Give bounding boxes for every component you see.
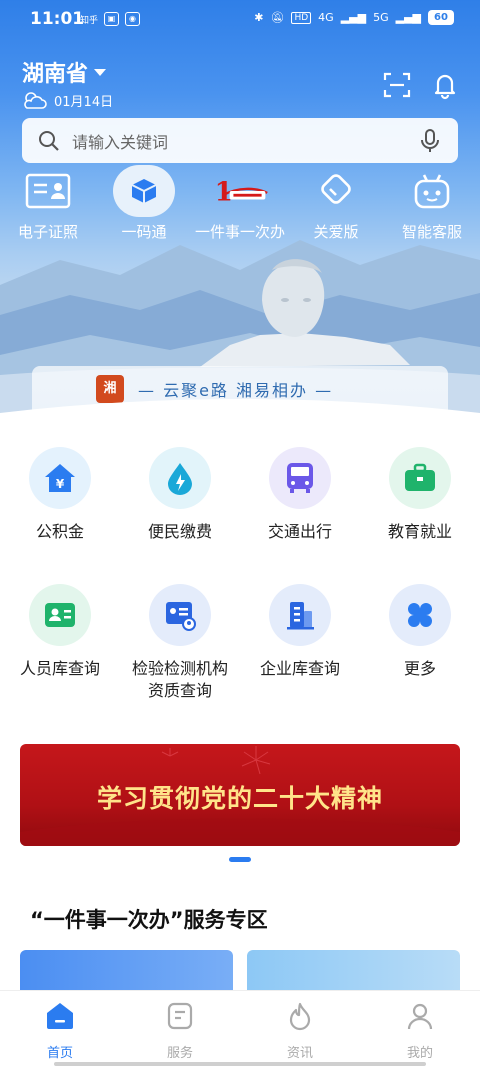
hd-icon: HD bbox=[291, 11, 312, 24]
service-label: 教育就业 bbox=[387, 522, 452, 541]
carousel-indicator[interactable] bbox=[229, 857, 251, 862]
more-grid-icon bbox=[408, 603, 432, 627]
province-label: 湖南省 bbox=[22, 62, 89, 87]
hero-header: 11:01 知乎 ▣ ◉ ✱ 🔕︎ HD 4G ▂▄▆ 5G ▂▄▆ 60 湖南… bbox=[0, 0, 480, 425]
service-housing-fund[interactable]: ¥ 公积金 bbox=[0, 447, 120, 543]
network-label: 4G bbox=[318, 11, 334, 24]
section-title: “一件事一次办”服务专区 bbox=[30, 908, 268, 932]
quick-link-label: 一码通 bbox=[121, 223, 167, 241]
service-education-employment[interactable]: 教育就业 bbox=[360, 447, 480, 543]
bottom-tab-bar: 首页 服务 资讯 我的 bbox=[0, 990, 480, 1070]
status-right-icons: ✱ 🔕︎ HD 4G ▂▄▆ 5G ▂▄▆ 60 bbox=[254, 10, 454, 25]
home-indicator bbox=[54, 1062, 426, 1066]
date-label: 01月14日 bbox=[54, 94, 114, 110]
service-label: 公积金 bbox=[35, 522, 84, 541]
tab-label: 首页 bbox=[46, 1046, 73, 1061]
quick-link-bubble bbox=[113, 165, 175, 217]
service-label: 人员库查询 bbox=[19, 659, 100, 678]
battery-icon: 60 bbox=[428, 10, 454, 25]
tab-profile[interactable]: 我的 bbox=[360, 1001, 480, 1061]
service-label: 便民缴费 bbox=[147, 522, 212, 541]
tab-label: 资讯 bbox=[286, 1046, 313, 1061]
search-input[interactable]: 请输入关键词 bbox=[72, 129, 168, 153]
search-bar[interactable]: 请输入关键词 bbox=[22, 118, 458, 163]
province-selector[interactable]: 湖南省 bbox=[22, 56, 107, 88]
bell-icon[interactable] bbox=[430, 70, 460, 100]
service-personnel-query[interactable]: 人员库查询 bbox=[0, 584, 120, 680]
cloud-sun-icon bbox=[24, 92, 47, 109]
home-icon bbox=[47, 1003, 73, 1029]
quick-link-label: 智能客服 bbox=[401, 223, 462, 241]
hero-bottom-curve bbox=[0, 399, 480, 455]
microphone-icon[interactable] bbox=[418, 128, 442, 154]
service-label: 检验检测机构资质查询 bbox=[132, 659, 229, 700]
flame-icon bbox=[289, 1002, 311, 1031]
status-time: 11:01 bbox=[30, 9, 85, 29]
status-app-icons: 知乎 ▣ ◉ bbox=[80, 12, 141, 26]
signal2-icon: ▂▄▆ bbox=[395, 11, 421, 24]
promo-banner[interactable]: 学习贯彻党的二十大精神 bbox=[20, 744, 460, 846]
tab-label: 服务 bbox=[166, 1046, 193, 1061]
service-label: 交通出行 bbox=[267, 522, 332, 541]
signal-icon: ▂▄▆ bbox=[340, 11, 367, 24]
service-enterprise-query[interactable]: 企业库查询 bbox=[240, 584, 360, 680]
quick-link-label: 关爱版 bbox=[313, 223, 359, 241]
svg-text:¥: ¥ bbox=[56, 477, 65, 491]
tab-services[interactable]: 服务 bbox=[120, 1001, 240, 1061]
service-doc-icon bbox=[167, 1002, 193, 1030]
banner-title: 学习贯彻党的二十大精神 bbox=[96, 784, 383, 813]
heart-tag-icon bbox=[321, 174, 351, 204]
service-more[interactable]: 更多 bbox=[360, 584, 480, 680]
tab-label: 我的 bbox=[406, 1046, 433, 1061]
cube-icon bbox=[131, 179, 157, 203]
briefcase-icon bbox=[405, 463, 435, 491]
zhihu-icon: 知乎 bbox=[80, 15, 99, 26]
one-thing-logo: 1 bbox=[215, 176, 268, 207]
certificate-icon bbox=[166, 602, 196, 631]
robot-icon bbox=[414, 174, 450, 209]
user-icon bbox=[407, 1003, 433, 1030]
quick-link-one-code[interactable]: 一码通 bbox=[96, 165, 192, 242]
quick-link-one-thing[interactable]: 1 一件事一次办 bbox=[192, 165, 288, 242]
quick-link-care-version[interactable]: 关爱版 bbox=[288, 165, 384, 242]
bluetooth-icon: ✱ bbox=[254, 11, 264, 24]
weibo-icon: ◉ bbox=[125, 12, 141, 26]
person-card-icon bbox=[45, 603, 75, 627]
service-utility-payment[interactable]: 便民缴费 bbox=[120, 447, 240, 543]
quick-link-id-card[interactable]: 电子证照 bbox=[0, 165, 96, 242]
service-zone-card-1[interactable] bbox=[20, 950, 233, 990]
quick-link-label: 电子证照 bbox=[17, 223, 78, 241]
weather-date: 01月14日 bbox=[22, 90, 113, 110]
caret-down-icon bbox=[94, 68, 107, 76]
tab-news[interactable]: 资讯 bbox=[240, 1001, 360, 1061]
service-inspection-qualification[interactable]: 检验检测机构资质查询 bbox=[120, 584, 240, 702]
tab-home[interactable]: 首页 bbox=[0, 1001, 120, 1061]
network2-label: 5G bbox=[373, 11, 389, 24]
quick-link-smart-service[interactable]: 智能客服 bbox=[384, 165, 480, 242]
quick-link-label: 一件事一次办 bbox=[194, 223, 285, 241]
id-card-icon bbox=[25, 173, 71, 209]
mute-icon: 🔕︎ bbox=[270, 11, 285, 24]
bus-icon bbox=[287, 463, 313, 493]
search-icon bbox=[39, 130, 59, 151]
app-notification-icon: ▣ bbox=[104, 12, 120, 26]
service-transport[interactable]: 交通出行 bbox=[240, 447, 360, 543]
house-yen-icon: ¥ bbox=[45, 464, 75, 492]
status-bar: 11:01 知乎 ▣ ◉ ✱ 🔕︎ HD 4G ▂▄▆ 5G ▂▄▆ 60 bbox=[0, 0, 480, 40]
service-zone-card-2[interactable] bbox=[247, 950, 460, 990]
building-icon bbox=[287, 602, 314, 630]
service-label: 更多 bbox=[403, 659, 436, 678]
scan-icon[interactable] bbox=[382, 70, 412, 100]
water-bolt-icon bbox=[168, 463, 192, 495]
service-label: 企业库查询 bbox=[259, 659, 340, 678]
